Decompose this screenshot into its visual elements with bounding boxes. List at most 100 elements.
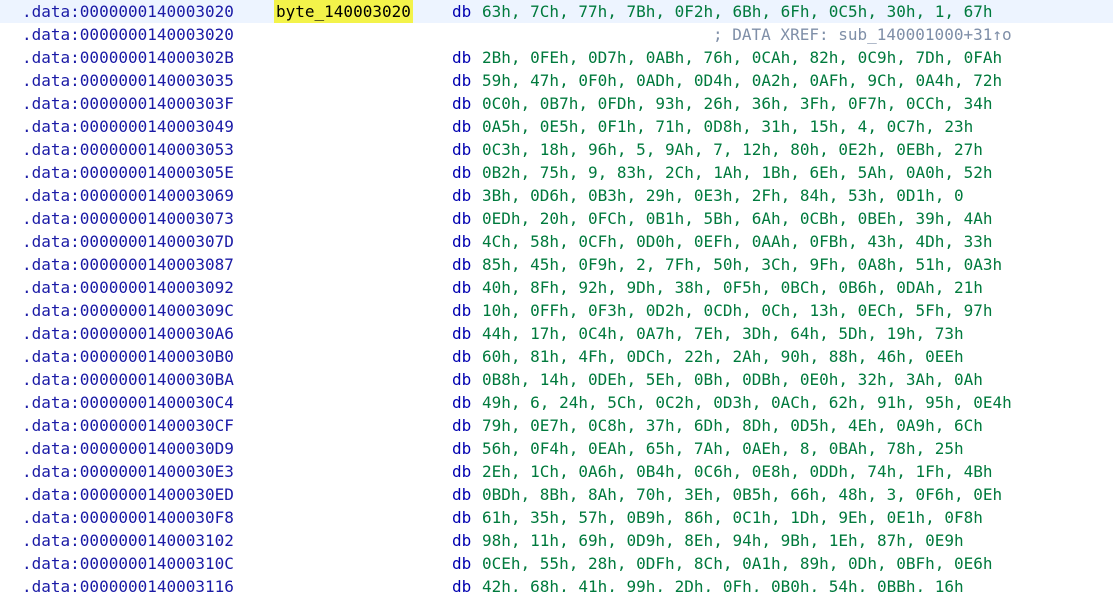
operands[interactable]: 59h, 47h, 0F0h, 0ADh, 0D4h, 0A2h, 0AFh, … [482,69,1002,92]
operands[interactable]: 0B8h, 14h, 0DEh, 5Eh, 0Bh, 0DBh, 0E0h, 3… [482,368,983,391]
operands[interactable]: 42h, 68h, 41h, 99h, 2Dh, 0Fh, 0B0h, 54h,… [482,575,964,592]
address[interactable]: .data:00000001400030ED [22,483,234,506]
disassembly-listing[interactable]: .data:0000000140003020 byte_140003020 db 63… [0,0,1113,592]
address[interactable]: .data:000000014000309C [22,299,234,322]
address[interactable]: .data:000000014000303F [22,92,234,115]
operands[interactable]: 0C0h, 0B7h, 0FDh, 93h, 26h, 36h, 3Fh, 0F… [482,92,993,115]
mnemonic: db [452,370,472,389]
listing-line[interactable]: .data:0000000140003020 ; DATA XREF: sub_1… [0,23,1113,46]
listing-line[interactable]: .data:00000001400030B0 db 60h, 81h, 4Fh, 0… [0,345,1113,368]
operands[interactable]: 3Bh, 0D6h, 0B3h, 29h, 0E3h, 2Fh, 84h, 53… [482,184,964,207]
listing-line[interactable]: .data:00000001400030F8 db 61h, 35h, 57h, 0… [0,506,1113,529]
listing-line[interactable]: .data:000000014000307D db 4Ch, 58h, 0CFh, … [0,230,1113,253]
operands[interactable]: 2Eh, 1Ch, 0A6h, 0B4h, 0C6h, 0E8h, 0DDh, … [482,460,993,483]
listing-line[interactable]: .data:000000014000303F db 0C0h, 0B7h, 0FDh… [0,92,1113,115]
mnemonic: db [452,324,472,343]
listing-line[interactable]: .data:0000000140003102 db 98h, 11h, 69h, 0… [0,529,1113,552]
operands[interactable]: 79h, 0E7h, 0C8h, 37h, 6Dh, 8Dh, 0D5h, 4E… [482,414,983,437]
address[interactable]: .data:0000000140003020 [22,23,234,46]
mnemonic: db [452,48,472,67]
listing-line[interactable]: .data:0000000140003087 db 85h, 45h, 0F9h, … [0,253,1113,276]
operands[interactable]: 63h, 7Ch, 77h, 7Bh, 0F2h, 6Bh, 6Fh, 0C5h… [482,0,993,23]
address[interactable]: .data:00000001400030D9 [22,437,234,460]
mnemonic: db [452,301,472,320]
address[interactable]: .data:0000000140003116 [22,575,234,592]
listing-line[interactable]: .data:00000001400030C4 db 49h, 6, 24h, 5Ch… [0,391,1113,414]
mnemonic: db [452,2,472,21]
address[interactable]: .data:0000000140003087 [22,253,234,276]
address[interactable]: .data:0000000140003102 [22,529,234,552]
mnemonic: db [452,94,472,113]
listing-line[interactable]: .data:000000014000302B db 2Bh, 0FEh, 0D7h,… [0,46,1113,69]
operands[interactable]: 0C3h, 18h, 96h, 5, 9Ah, 7, 12h, 80h, 0E2… [482,138,983,161]
listing-line[interactable]: .data:0000000140003073 db 0EDh, 20h, 0FCh,… [0,207,1113,230]
listing-line[interactable]: .data:0000000140003020 byte_140003020 db 63… [0,0,1113,23]
operands[interactable]: 60h, 81h, 4Fh, 0DCh, 22h, 2Ah, 90h, 88h,… [482,345,964,368]
listing-line[interactable]: .data:00000001400030D9 db 56h, 0F4h, 0EAh,… [0,437,1113,460]
operands[interactable]: 44h, 17h, 0C4h, 0A7h, 7Eh, 3Dh, 64h, 5Dh… [482,322,964,345]
operands[interactable]: 0CEh, 55h, 28h, 0DFh, 8Ch, 0A1h, 89h, 0D… [482,552,993,575]
listing-line[interactable]: .data:0000000140003035 db 59h, 47h, 0F0h, … [0,69,1113,92]
listing-line[interactable]: .data:0000000140003069 db 3Bh, 0D6h, 0B3h,… [0,184,1113,207]
mnemonic: db [452,531,472,550]
xref-comment[interactable]: ; DATA XREF: sub_140001000+31↑o [713,23,1012,46]
address[interactable]: .data:00000001400030E3 [22,460,234,483]
operands[interactable]: 0B2h, 75h, 9, 83h, 2Ch, 1Ah, 1Bh, 6Eh, 5… [482,161,993,184]
listing-line[interactable]: .data:00000001400030A6 db 44h, 17h, 0C4h, … [0,322,1113,345]
mnemonic: db [452,71,472,90]
listing-line[interactable]: .data:000000014000305E db 0B2h, 75h, 9, 83… [0,161,1113,184]
mnemonic: db [452,462,472,481]
address[interactable]: .data:0000000140003020 [22,0,234,23]
address[interactable]: .data:00000001400030C4 [22,391,234,414]
operands[interactable]: 49h, 6, 24h, 5Ch, 0C2h, 0D3h, 0ACh, 62h,… [482,391,1012,414]
address[interactable]: .data:00000001400030A6 [22,322,234,345]
operands[interactable]: 10h, 0FFh, 0F3h, 0D2h, 0CDh, 0Ch, 13h, 0… [482,299,993,322]
operands[interactable]: 61h, 35h, 57h, 0B9h, 86h, 0C1h, 1Dh, 9Eh… [482,506,983,529]
address[interactable]: .data:00000001400030BA [22,368,234,391]
data-label[interactable]: byte_140003020 [274,0,413,23]
mnemonic: db [452,163,472,182]
listing-line[interactable]: .data:00000001400030CF db 79h, 0E7h, 0C8h,… [0,414,1113,437]
address[interactable]: .data:000000014000302B [22,46,234,69]
operands[interactable]: 4Ch, 58h, 0CFh, 0D0h, 0EFh, 0AAh, 0FBh, … [482,230,993,253]
address[interactable]: .data:000000014000307D [22,230,234,253]
mnemonic: db [452,393,472,412]
address[interactable]: .data:00000001400030B0 [22,345,234,368]
listing-line[interactable]: .data:000000014000309C db 10h, 0FFh, 0F3h,… [0,299,1113,322]
address[interactable]: .data:00000001400030F8 [22,506,234,529]
operands[interactable]: 0BDh, 8Bh, 8Ah, 70h, 3Eh, 0B5h, 66h, 48h… [482,483,1002,506]
mnemonic: db [452,485,472,504]
address[interactable]: .data:0000000140003035 [22,69,234,92]
mnemonic: db [452,577,472,592]
listing-line[interactable]: .data:00000001400030E3 db 2Eh, 1Ch, 0A6h, … [0,460,1113,483]
address[interactable]: .data:000000014000305E [22,161,234,184]
operands[interactable]: 2Bh, 0FEh, 0D7h, 0ABh, 76h, 0CAh, 82h, 0… [482,46,1002,69]
operands[interactable]: 98h, 11h, 69h, 0D9h, 8Eh, 94h, 9Bh, 1Eh,… [482,529,964,552]
listing-line[interactable]: .data:0000000140003092 db 40h, 8Fh, 92h, 9… [0,276,1113,299]
mnemonic: db [452,232,472,251]
listing-line[interactable]: .data:0000000140003053 db 0C3h, 18h, 96h, … [0,138,1113,161]
operands[interactable]: 85h, 45h, 0F9h, 2, 7Fh, 50h, 3Ch, 9Fh, 0… [482,253,1002,276]
address[interactable]: .data:0000000140003073 [22,207,234,230]
operands[interactable]: 40h, 8Fh, 92h, 9Dh, 38h, 0F5h, 0BCh, 0B6… [482,276,983,299]
listing-line[interactable]: .data:000000014000310C db 0CEh, 55h, 28h, … [0,552,1113,575]
operands[interactable]: 56h, 0F4h, 0EAh, 65h, 7Ah, 0AEh, 8, 0BAh… [482,437,964,460]
listing-line[interactable]: .data:00000001400030BA db 0B8h, 14h, 0DEh,… [0,368,1113,391]
listing-line[interactable]: .data:00000001400030ED db 0BDh, 8Bh, 8Ah, … [0,483,1113,506]
mnemonic: db [452,186,472,205]
mnemonic: db [452,117,472,136]
operands[interactable]: 0EDh, 20h, 0FCh, 0B1h, 5Bh, 6Ah, 0CBh, 0… [482,207,993,230]
mnemonic: db [452,416,472,435]
address[interactable]: .data:0000000140003053 [22,138,234,161]
listing-line[interactable]: .data:0000000140003116 db 42h, 68h, 41h, 9… [0,575,1113,592]
mnemonic: db [452,508,472,527]
address[interactable]: .data:0000000140003049 [22,115,234,138]
listing-line[interactable]: .data:0000000140003049 db 0A5h, 0E5h, 0F1h… [0,115,1113,138]
operands[interactable]: 0A5h, 0E5h, 0F1h, 71h, 0D8h, 31h, 15h, 4… [482,115,973,138]
mnemonic: db [452,439,472,458]
address[interactable]: .data:0000000140003092 [22,276,234,299]
address[interactable]: .data:00000001400030CF [22,414,234,437]
address[interactable]: .data:000000014000310C [22,552,234,575]
mnemonic: db [452,209,472,228]
address[interactable]: .data:0000000140003069 [22,184,234,207]
